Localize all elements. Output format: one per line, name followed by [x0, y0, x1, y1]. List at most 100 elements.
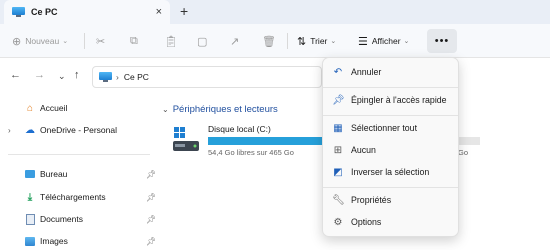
sidebar-item-bureau[interactable]: Bureau 📌︎ — [0, 165, 158, 183]
sort-arrows-icon: ⇅ — [297, 35, 307, 48]
options-gear-icon: ⚙ — [333, 216, 343, 228]
chevron-down-icon: ⌄ — [62, 38, 69, 45]
download-folder-icon: ⤓ — [27, 191, 33, 203]
forward-arrow-icon[interactable]: → — [34, 69, 45, 81]
share-icon: ↗ — [230, 35, 240, 48]
sidebar-item-label: Images — [40, 236, 68, 246]
sidebar-item-documents[interactable]: Documents 📌︎ — [0, 210, 158, 228]
rename-button[interactable]: ▢ — [197, 33, 211, 49]
more-options-icon: ••• — [434, 35, 450, 47]
sidebar-item-label: Téléchargements — [40, 192, 106, 202]
address-bar[interactable]: › Ce PC — [92, 66, 322, 88]
new-tab-button[interactable]: + — [180, 3, 188, 19]
sidebar-divider — [8, 154, 150, 155]
menu-item-selectionner-tout[interactable]: ▦ Sélectionner tout — [327, 118, 455, 138]
desktop-folder-icon — [24, 168, 36, 180]
view-button-label: Afficher — [371, 36, 401, 46]
sidebar-item-label: Bureau — [40, 169, 68, 179]
see-more-button[interactable]: ••• — [427, 29, 457, 53]
back-arrow-icon[interactable]: ← — [10, 69, 21, 81]
breadcrumb-chevron-icon: › — [116, 72, 119, 82]
cut-button[interactable]: ✂ — [96, 33, 109, 49]
add-circle-icon: ⊕ — [12, 35, 22, 48]
chevron-down-icon: ⌄ — [330, 38, 337, 45]
menu-item-label: Options — [351, 217, 382, 227]
pin-icon[interactable]: 📌︎ — [146, 193, 156, 202]
drive-name: Disque local (C:) — [208, 124, 271, 134]
navigation-bar: ← → ⌄ ↑ › Ce PC — [0, 62, 550, 92]
home-icon: ⌂ — [26, 102, 34, 114]
group-header[interactable]: ⌄ Périphériques et lecteurs — [162, 104, 278, 115]
drive-free-space: 54,4 Go libres sur 465 Go — [208, 148, 294, 157]
pin-icon[interactable]: 📌︎ — [146, 170, 156, 179]
copy-icon: ⧉ — [130, 34, 138, 47]
new-button[interactable]: ⊕ Nouveau ⌄ — [12, 33, 68, 49]
menu-item-inverser[interactable]: ◩ Inverser la sélection — [327, 162, 455, 182]
menu-item-aucun[interactable]: ⊞ Aucun — [327, 140, 455, 160]
chevron-down-icon: ⌄ — [162, 105, 169, 114]
rename-icon: ▢ — [197, 35, 208, 48]
paste-button[interactable]: 📋︎ — [164, 33, 182, 49]
up-arrow-icon[interactable]: ↑ — [74, 69, 80, 81]
drive-free-space-partial: Go — [458, 148, 469, 157]
this-pc-icon — [12, 7, 25, 17]
this-pc-icon — [99, 72, 112, 82]
trash-icon: 🗑︎ — [262, 35, 276, 48]
delete-button[interactable]: 🗑︎ — [262, 33, 280, 49]
sidebar-item-telechargements[interactable]: ⤓ Téléchargements 📌︎ — [0, 188, 158, 206]
menu-item-annuler[interactable]: ↶ Annuler — [327, 62, 455, 82]
breadcrumb[interactable]: Ce PC — [124, 72, 149, 82]
sort-button[interactable]: ⇅ Trier ⌄ — [297, 33, 336, 49]
view-button[interactable]: ☰ Afficher ⌄ — [358, 33, 409, 49]
menu-item-label: Aucun — [351, 145, 376, 155]
sidebar-item-images[interactable]: Images 📌︎ — [0, 232, 158, 250]
hard-drive-icon — [172, 126, 202, 154]
pin-icon: 📌︎ — [332, 94, 345, 106]
pictures-folder-icon — [24, 235, 36, 247]
toolbar-divider — [287, 33, 288, 49]
command-bar: ⊕ Nouveau ⌄ ✂ ⧉ 📋︎ ▢ ↗ 🗑︎ ⇅ Trier ⌄ ☰ Af… — [0, 24, 550, 58]
pin-icon[interactable]: 📌︎ — [146, 215, 156, 224]
undo-icon: ↶ — [333, 66, 343, 78]
menu-item-epingler[interactable]: 📌︎ Épingler à l'accès rapide — [327, 90, 455, 110]
sort-button-label: Trier — [310, 36, 328, 46]
pin-icon[interactable]: 📌︎ — [146, 237, 156, 246]
toolbar-divider — [84, 33, 85, 49]
tab-title: Ce PC — [31, 7, 58, 17]
select-all-icon: ▦ — [333, 122, 343, 134]
menu-item-label: Sélectionner tout — [351, 123, 418, 133]
menu-divider — [323, 87, 458, 88]
close-tab-icon[interactable]: × — [156, 5, 162, 19]
clipboard-icon: 📋︎ — [164, 35, 178, 48]
properties-icon: 🔧︎ — [332, 194, 345, 206]
chevron-right-icon[interactable]: › — [8, 126, 11, 135]
see-more-menu: ↶ Annuler 📌︎ Épingler à l'accès rapide ▦… — [322, 57, 459, 237]
menu-divider — [323, 115, 458, 116]
sidebar-item-label: Documents — [40, 214, 83, 224]
share-button[interactable]: ↗ — [230, 33, 243, 49]
sidebar-item-label: Accueil — [40, 103, 68, 113]
menu-item-label: Annuler — [351, 67, 382, 77]
title-bar: Ce PC × + — [0, 0, 550, 24]
tab-ce-pc[interactable]: Ce PC × — [4, 0, 170, 24]
chevron-down-icon: ⌄ — [403, 38, 410, 45]
invert-selection-icon: ◩ — [333, 166, 343, 178]
sidebar-item-label: OneDrive - Personal — [40, 125, 118, 135]
sidebar-item-onedrive[interactable]: › ☁ OneDrive - Personal — [0, 121, 158, 139]
navigation-pane: ⌂ Accueil › ☁ OneDrive - Personal Bureau… — [0, 96, 158, 250]
scissors-icon: ✂ — [96, 35, 106, 48]
documents-folder-icon — [24, 213, 36, 225]
new-button-label: Nouveau — [25, 36, 60, 46]
menu-item-options[interactable]: ⚙ Options — [327, 212, 455, 232]
select-none-icon: ⊞ — [333, 144, 343, 156]
menu-item-proprietes[interactable]: 🔧︎ Propriétés — [327, 190, 455, 210]
cloud-icon: ☁ — [25, 124, 35, 136]
copy-button[interactable]: ⧉ — [130, 33, 142, 49]
menu-item-label: Épingler à l'accès rapide — [351, 95, 447, 105]
view-list-icon: ☰ — [358, 35, 368, 48]
chevron-down-icon[interactable]: ⌄ — [58, 71, 66, 82]
menu-divider — [323, 187, 458, 188]
sidebar-item-accueil[interactable]: ⌂ Accueil — [0, 99, 158, 117]
group-title: Périphériques et lecteurs — [172, 104, 278, 115]
menu-item-label: Propriétés — [351, 195, 392, 205]
